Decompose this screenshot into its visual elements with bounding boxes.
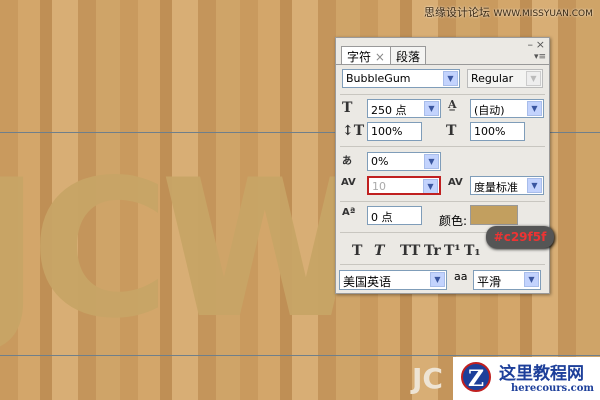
guide-line-bottom — [0, 355, 600, 356]
superscript-button[interactable]: T¹ — [444, 243, 461, 259]
tab-close-icon[interactable]: × — [375, 50, 385, 64]
tracking-icon: AV — [448, 177, 463, 188]
logo-cn-text: 这里教程网 — [499, 364, 584, 384]
tsume-select[interactable]: 0% ▼ — [367, 152, 441, 171]
horizontal-scale-icon: T — [446, 123, 457, 139]
tsume-icon: あ — [342, 156, 352, 167]
all-caps-button[interactable]: TT — [400, 243, 420, 259]
vertical-scale-input[interactable]: 100% — [367, 122, 422, 141]
language-select[interactable]: 美国英语 ▼ — [339, 270, 447, 290]
baseline-shift-input[interactable]: 0 点 — [367, 206, 422, 225]
antialias-select[interactable]: 平滑 ▼ — [473, 270, 541, 290]
font-size-select[interactable]: 250 点 ▼ — [367, 99, 441, 118]
logo-url-text: herecours.com — [511, 383, 595, 394]
font-family-select[interactable]: BubbleGum ▼ — [342, 69, 460, 88]
vertical-scale-icon: ↕T — [342, 123, 365, 139]
leading-select[interactable]: (自动) ▼ — [470, 99, 544, 118]
font-style-value: Regular — [471, 72, 514, 85]
font-size-icon: T — [342, 100, 353, 116]
font-style-select[interactable]: Regular ▼ — [467, 69, 543, 88]
leading-value: (自动) — [474, 104, 505, 117]
watermark-url: WWW.MISSYUAN.COM — [493, 9, 593, 19]
color-swatch[interactable] — [470, 205, 518, 225]
subscript-button[interactable]: T₁ — [464, 243, 481, 259]
tab-character[interactable]: 字符 × — [341, 46, 391, 64]
watermark-cn: 思缘设计论坛 — [424, 6, 490, 19]
leading-icon: A̲ — [448, 98, 457, 111]
canvas-corner-text: JC — [412, 362, 443, 395]
watermark-top: 思缘设计论坛 WWW.MISSYUAN.COM — [424, 4, 593, 20]
tsume-value: 0% — [371, 155, 389, 168]
horizontal-scale-input[interactable]: 100% — [470, 122, 525, 141]
panel-menu-button[interactable]: ▾≡ — [534, 52, 546, 62]
color-label: 颜色: — [439, 214, 468, 228]
tracking-value: 度量标准 — [474, 181, 518, 194]
minimize-button[interactable]: – — [528, 38, 534, 51]
font-family-value: BubbleGum — [346, 72, 411, 85]
language-value: 美国英语 — [343, 275, 392, 289]
chevron-down-icon: ▼ — [527, 178, 542, 193]
chevron-down-icon: ▼ — [424, 101, 439, 116]
kerning-value: 10 — [372, 180, 386, 193]
kerning-select[interactable]: 10 ▼ — [367, 176, 441, 195]
chevron-down-icon: ▼ — [424, 154, 439, 169]
baseline-shift-icon: Aª — [342, 207, 356, 218]
color-tooltip: #c29f5f — [486, 226, 554, 248]
antialias-value: 平滑 — [477, 275, 502, 289]
canvas-text: JCW — [0, 139, 370, 360]
tab-label: 字符 — [347, 50, 372, 64]
tab-label: 段落 — [396, 50, 421, 64]
chevron-down-icon: ▼ — [526, 71, 541, 86]
chevron-down-icon: ▼ — [524, 272, 539, 287]
small-caps-button[interactable]: Tr — [424, 243, 441, 259]
tracking-select[interactable]: 度量标准 ▼ — [470, 176, 544, 195]
tab-paragraph[interactable]: 段落 — [390, 46, 427, 64]
faux-bold-button[interactable]: T — [352, 243, 362, 259]
chevron-down-icon: ▼ — [430, 272, 445, 287]
character-panel: – × ▾≡ 字符 × 段落 BubbleGum ▼ Regular ▼ T 250… — [335, 37, 550, 294]
close-button[interactable]: × — [536, 38, 545, 51]
logo-z-icon: Z — [461, 362, 491, 392]
herecours-logo: Z 这里教程网 herecours.com — [453, 357, 600, 400]
font-size-value: 250 点 — [371, 104, 407, 117]
antialias-icon: aa — [454, 270, 468, 283]
kerning-icon: AV — [341, 177, 356, 188]
faux-italic-button[interactable]: T — [374, 243, 384, 259]
chevron-down-icon: ▼ — [443, 71, 458, 86]
chevron-down-icon: ▼ — [423, 179, 438, 193]
chevron-down-icon: ▼ — [527, 101, 542, 116]
